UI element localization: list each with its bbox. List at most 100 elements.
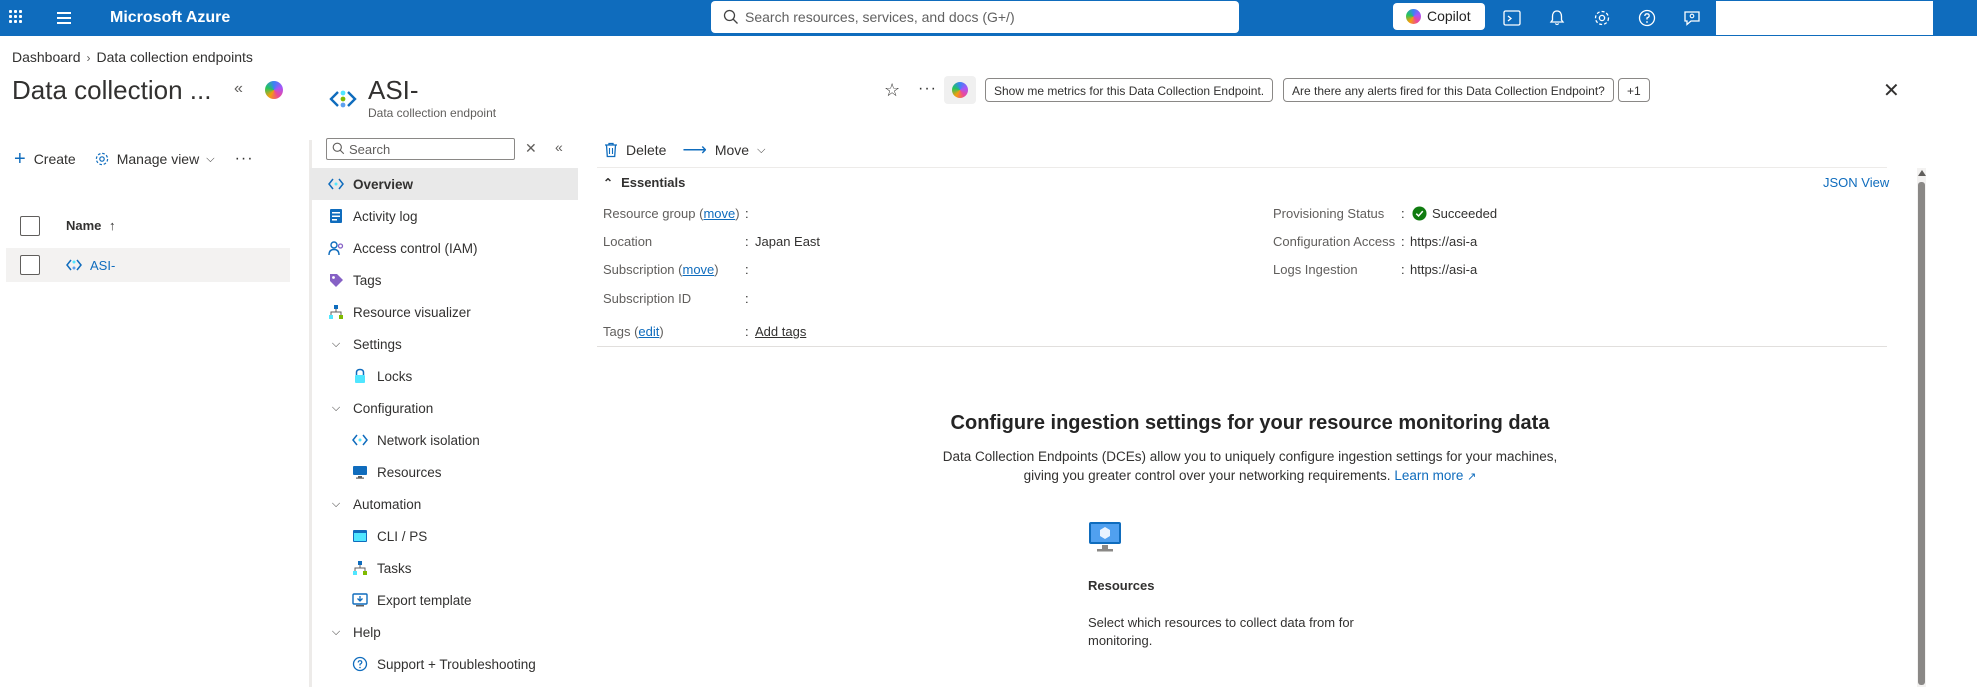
tags-label: Tags (edit) <box>603 324 664 339</box>
subscription-id-label: Subscription ID <box>603 291 692 306</box>
name-column-header[interactable]: Name ↑ <box>66 218 116 233</box>
subscription-label-text: Subscription <box>603 262 675 277</box>
move-button[interactable]: ⟶ Move ⌵ <box>682 140 765 160</box>
select-all-checkbox[interactable] <box>20 216 40 236</box>
clear-search-icon[interactable]: ✕ <box>525 140 537 157</box>
copilot-prompt-button[interactable] <box>944 76 976 104</box>
data-collection-endpoint-icon <box>329 90 357 108</box>
feedback-icon[interactable] <box>1682 8 1702 28</box>
delete-label: Delete <box>626 142 667 158</box>
access-control-icon <box>328 241 344 256</box>
right-margin <box>1928 36 1977 687</box>
search-icon <box>332 142 345 155</box>
copilot-logo-icon <box>952 82 968 98</box>
json-view-link[interactable]: JSON View <box>1823 175 1889 190</box>
menu-item-support-troubleshooting[interactable]: Support + Troubleshooting <box>310 648 578 680</box>
chevron-down-icon: ⌵ <box>331 337 341 350</box>
separator-colon: : <box>745 206 749 221</box>
menu-item-label: Tags <box>353 273 382 288</box>
separator-colon: : <box>745 324 749 339</box>
activity-log-icon <box>330 209 342 223</box>
resource-group-label-text: Resource group <box>603 206 696 221</box>
content-scrollbar[interactable] <box>1917 168 1926 687</box>
tags-edit-link[interactable]: edit <box>638 324 659 339</box>
collapse-list-icon[interactable]: « <box>234 80 243 98</box>
separator-colon: : <box>745 262 749 277</box>
breadcrumb-separator-icon: › <box>86 51 91 65</box>
menu-group-label: Help <box>353 625 381 640</box>
manage-view-button[interactable]: Manage view ⌵ <box>94 151 215 167</box>
location-value: Japan East <box>755 234 821 249</box>
account-area[interactable] <box>1716 1 1933 35</box>
add-tags-link[interactable]: Add tags <box>755 324 806 339</box>
menu-group-help[interactable]: ⌵ Help <box>310 616 578 648</box>
menu-search-input[interactable]: Search <box>326 138 515 160</box>
menu-item-tasks[interactable]: Tasks <box>310 552 578 584</box>
collapse-menu-icon[interactable]: « <box>555 139 563 155</box>
learn-more-label: Learn more <box>1394 468 1464 483</box>
support-icon <box>352 656 368 672</box>
success-check-icon <box>1412 206 1427 221</box>
table-row[interactable]: ASI- <box>6 248 290 282</box>
scrollbar-thumb[interactable] <box>1918 182 1925 685</box>
favorite-star-icon[interactable]: ☆ <box>884 80 900 101</box>
resource-group-move-link[interactable]: move <box>703 206 735 221</box>
subscription-label: Subscription (move) <box>603 262 719 277</box>
breadcrumb-data-collection-endpoints[interactable]: Data collection endpoints <box>97 49 253 65</box>
delete-button[interactable]: Delete <box>604 142 666 158</box>
help-icon[interactable] <box>1637 8 1657 28</box>
resources-card-title[interactable]: Resources <box>1088 578 1154 593</box>
menu-item-export-template[interactable]: Export template <box>310 584 578 616</box>
gear-icon[interactable] <box>1592 8 1612 28</box>
more-actions-icon[interactable]: ··· <box>918 80 937 98</box>
location-label: Location <box>603 234 653 249</box>
menu-item-resources[interactable]: Resources <box>310 456 578 488</box>
configure-description-line2: giving you greater control over your net… <box>1023 468 1391 483</box>
more-options-icon[interactable]: ··· <box>235 150 254 168</box>
menu-item-access-control[interactable]: Access control (IAM) <box>310 232 578 264</box>
menu-group-settings[interactable]: ⌵ Settings <box>310 328 578 360</box>
copilot-prompt-metrics[interactable]: Show me metrics for this Data Collection… <box>985 78 1274 102</box>
essentials-toggle[interactable]: ⌃ Essentials <box>603 175 685 190</box>
essentials-divider <box>597 346 1887 347</box>
learn-more-link[interactable]: Learn more ↗ <box>1394 468 1476 483</box>
menu-item-label: CLI / PS <box>377 529 428 544</box>
scroll-up-icon[interactable] <box>1918 170 1926 176</box>
menu-item-label: Resource visualizer <box>353 305 471 320</box>
menu-group-label: Settings <box>353 337 402 352</box>
sort-ascending-icon: ↑ <box>109 218 116 233</box>
command-bar-divider <box>597 167 1887 168</box>
global-search-input[interactable]: Search resources, services, and docs (G+… <box>711 1 1239 33</box>
export-template-icon <box>352 593 368 607</box>
brand-title[interactable]: Microsoft Azure <box>110 9 230 27</box>
menu-item-overview[interactable]: Overview <box>310 168 578 200</box>
menu-item-activity-log[interactable]: Activity log <box>310 200 578 232</box>
copilot-button[interactable]: Copilot <box>1393 3 1485 30</box>
copilot-icon[interactable] <box>265 81 283 99</box>
tags-label-text: Tags <box>603 324 631 339</box>
cloud-shell-icon[interactable] <box>1502 8 1522 28</box>
bell-icon[interactable] <box>1547 8 1567 28</box>
close-icon[interactable]: ✕ <box>1883 78 1900 103</box>
breadcrumb-dashboard[interactable]: Dashboard <box>12 49 81 65</box>
menu-item-locks[interactable]: Locks <box>310 360 578 392</box>
menu-item-cli-ps[interactable]: CLI / PS <box>310 520 578 552</box>
menu-group-automation[interactable]: ⌵ Automation <box>310 488 578 520</box>
app-launcher-icon[interactable] <box>9 10 23 24</box>
move-label: Move <box>714 142 750 158</box>
chevron-down-icon: ⌵ <box>206 152 215 165</box>
more-prompts-button[interactable]: +1 <box>1618 78 1650 102</box>
menu-item-tags[interactable]: Tags <box>310 264 578 296</box>
configuration-access-label: Configuration Access <box>1273 234 1396 249</box>
row-name-link[interactable]: ASI- <box>90 258 115 273</box>
resources-monitor-icon[interactable] <box>1087 519 1123 555</box>
menu-item-label: Export template <box>377 593 472 608</box>
create-button[interactable]: + Create <box>14 149 76 169</box>
overview-icon <box>328 178 344 190</box>
menu-item-resource-visualizer[interactable]: Resource visualizer <box>310 296 578 328</box>
portal-menu-icon[interactable] <box>57 12 71 27</box>
row-checkbox[interactable] <box>20 255 40 275</box>
copilot-prompt-alerts[interactable]: Are there any alerts fired for this Data… <box>1283 78 1614 102</box>
menu-group-label: Automation <box>353 497 422 512</box>
subscription-move-link[interactable]: move <box>683 262 715 277</box>
